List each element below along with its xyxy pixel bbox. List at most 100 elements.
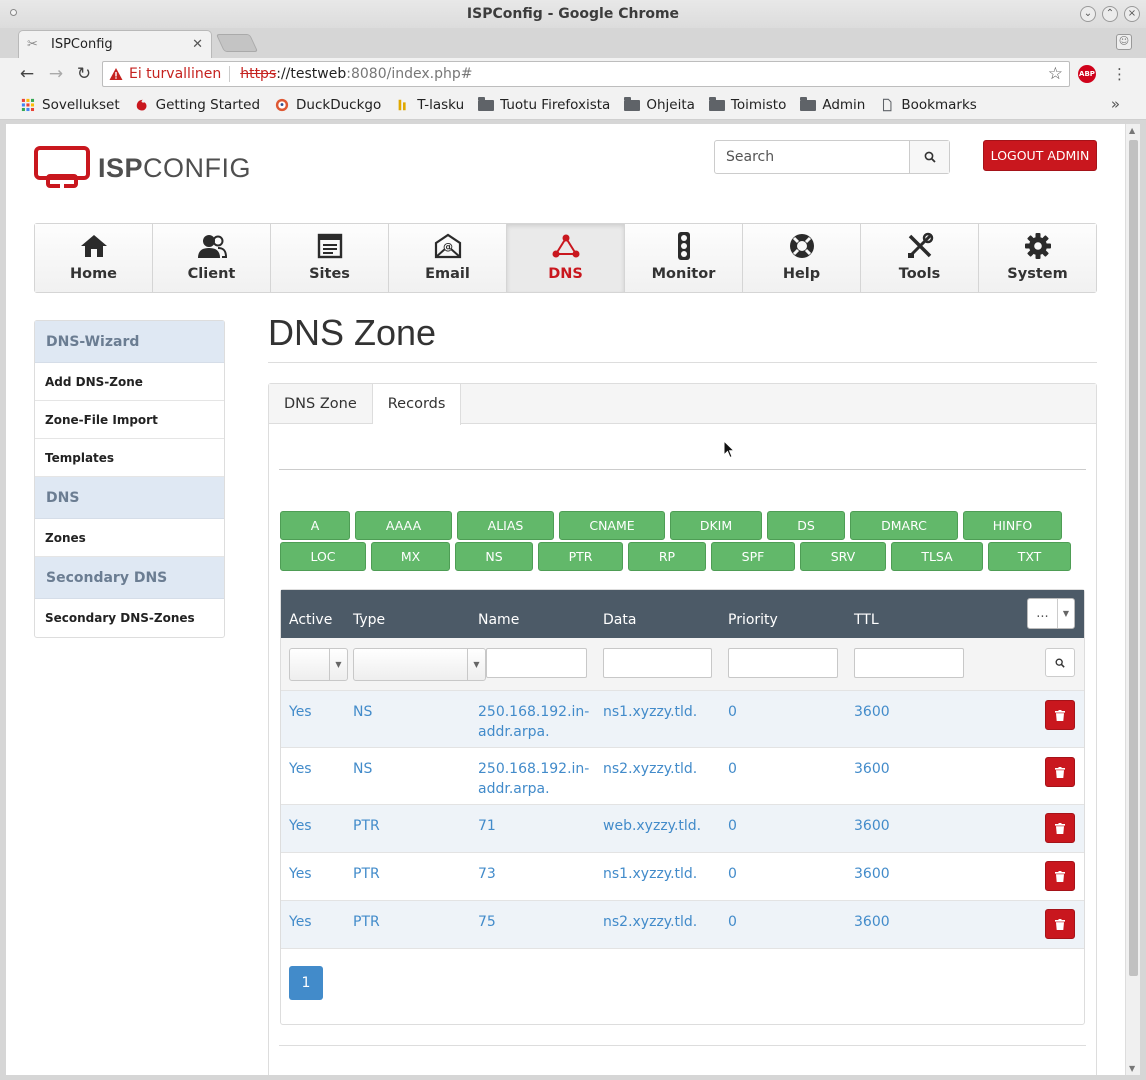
cell-type[interactable]: PTR [353,864,380,884]
ttl-filter-input[interactable] [854,648,964,678]
forward-arrow-icon[interactable]: → [46,64,66,84]
table-row[interactable]: Yes PTR 71 web.xyzzy.tld. 0 3600 [281,805,1084,853]
add-record-spf-button[interactable]: SPF [711,542,795,571]
tab-dns-zone[interactable]: DNS Zone [269,384,373,423]
filter-search-button[interactable] [1045,648,1075,677]
bookmark-toimisto[interactable]: Toimisto [708,97,786,113]
cell-priority[interactable]: 0 [728,816,737,836]
cell-active[interactable]: Yes [289,912,312,932]
nav-client[interactable]: Client [153,224,271,292]
more-bookmarks-chevron-icon[interactable]: » [1111,95,1120,113]
cell-type[interactable]: PTR [353,912,380,932]
priority-filter-input[interactable] [728,648,838,678]
nav-help[interactable]: Help [743,224,861,292]
table-row[interactable]: Yes NS 250.168.192.in-addr.arpa. ns1.xyz… [281,691,1084,748]
cell-name[interactable]: 75 [478,912,496,932]
scroll-up-arrow-icon[interactable]: ▲ [1129,126,1135,135]
sidebar-item-secondary-dns-zones[interactable]: Secondary DNS-Zones [35,599,224,637]
bookmark-tuotu-firefoxista[interactable]: Tuotu Firefoxista [478,97,610,113]
cell-data[interactable]: ns1.xyzzy.tld. [603,702,697,722]
sidebar-item-templates[interactable]: Templates [35,439,224,477]
bookmark-ohjeita[interactable]: Ohjeita [624,97,695,113]
nav-dns[interactable]: DNS [507,224,625,292]
cell-ttl[interactable]: 3600 [854,912,890,932]
cell-priority[interactable]: 0 [728,864,737,884]
cell-data[interactable]: ns2.xyzzy.tld. [603,912,697,932]
nav-monitor[interactable]: Monitor [625,224,743,292]
cell-name[interactable]: 250.168.192.in-addr.arpa. [478,702,590,742]
delete-record-button[interactable] [1045,909,1075,939]
cell-data[interactable]: web.xyzzy.tld. [603,816,701,836]
add-record-ns-button[interactable]: NS [455,542,533,571]
profile-icon[interactable]: ☺ [1116,34,1132,50]
add-record-loc-button[interactable]: LOC [280,542,366,571]
browser-menu-icon[interactable]: ⋮ [1112,63,1127,85]
cell-type[interactable]: PTR [353,816,380,836]
add-record-dmarc-button[interactable]: DMARC [850,511,958,540]
cell-ttl[interactable]: 3600 [854,702,890,722]
active-filter-select[interactable]: ▼ [289,648,348,681]
delete-record-button[interactable] [1045,861,1075,891]
add-record-cname-button[interactable]: CNAME [559,511,665,540]
bookmark-t-lasku[interactable]: T-lasku [395,97,464,113]
minimize-button[interactable]: ⌄ [1080,6,1096,22]
nav-sites[interactable]: Sites [271,224,389,292]
table-row[interactable]: Yes PTR 73 ns1.xyzzy.tld. 0 3600 [281,853,1084,901]
search-input[interactable] [715,141,909,173]
table-row[interactable]: Yes NS 250.168.192.in-addr.arpa. ns2.xyz… [281,748,1084,805]
cell-ttl[interactable]: 3600 [854,759,890,779]
add-record-srv-button[interactable]: SRV [800,542,886,571]
cell-name[interactable]: 250.168.192.in-addr.arpa. [478,759,590,799]
add-record-a-button[interactable]: A [280,511,350,540]
add-record-aaaa-button[interactable]: AAAA [355,511,452,540]
cell-data[interactable]: ns2.xyzzy.tld. [603,759,697,779]
cell-active[interactable]: Yes [289,816,312,836]
add-record-rp-button[interactable]: RP [628,542,706,571]
adblock-plus-icon[interactable]: ABP [1078,65,1096,83]
cell-name[interactable]: 71 [478,816,496,836]
tab-records[interactable]: Records [372,384,462,425]
bookmark-star-icon[interactable]: ☆ [1048,64,1063,84]
tab-close-icon[interactable]: ✕ [192,37,203,52]
cell-type[interactable]: NS [353,759,372,779]
cell-active[interactable]: Yes [289,759,312,779]
scroll-down-arrow-icon[interactable]: ▼ [1129,1064,1135,1073]
cell-active[interactable]: Yes [289,702,312,722]
cell-ttl[interactable]: 3600 [854,816,890,836]
cell-data[interactable]: ns1.xyzzy.tld. [603,864,697,884]
ispconfig-logo[interactable]: ISP CONFIG [34,146,251,190]
browser-tab[interactable]: ✂ ISPConfig ✕ [18,30,212,58]
new-tab-button[interactable] [215,34,259,52]
delete-record-button[interactable] [1045,813,1075,843]
scrollbar-thumb[interactable] [1129,140,1138,976]
table-row[interactable]: Yes PTR 75 ns2.xyzzy.tld. 0 3600 [281,901,1084,949]
bookmark-duckduckgo[interactable]: DuckDuckgo [274,97,381,113]
add-record-alias-button[interactable]: ALIAS [457,511,554,540]
pagination-page-1[interactable]: 1 [289,966,323,1000]
cell-type[interactable]: NS [353,702,372,722]
logout-button[interactable]: LOGOUT ADMIN [983,140,1097,171]
reload-icon[interactable]: ↻ [74,64,94,84]
cell-priority[interactable]: 0 [728,912,737,932]
cell-name[interactable]: 73 [478,864,496,884]
cell-priority[interactable]: 0 [728,759,737,779]
close-window-button[interactable]: × [1124,6,1140,22]
sidebar-item-add-dns-zone[interactable]: Add DNS-Zone [35,363,224,401]
nav-system[interactable]: System [979,224,1096,292]
add-record-ptr-button[interactable]: PTR [538,542,623,571]
back-arrow-icon[interactable]: ← [17,64,37,84]
add-record-txt-button[interactable]: TXT [988,542,1071,571]
add-record-hinfo-button[interactable]: HINFO [963,511,1062,540]
cell-ttl[interactable]: 3600 [854,864,890,884]
nav-email[interactable]: @ Email [389,224,507,292]
bookmark-sovellukset[interactable]: Sovellukset [20,97,120,113]
cell-priority[interactable]: 0 [728,702,737,722]
bookmark-getting-started[interactable]: Getting Started [134,97,260,113]
cell-active[interactable]: Yes [289,864,312,884]
column-options-button[interactable]: ... ▼ [1027,598,1075,629]
delete-record-button[interactable] [1045,700,1075,730]
type-filter-select[interactable]: ▼ [353,648,486,681]
add-record-tlsa-button[interactable]: TLSA [891,542,983,571]
sidebar-item-zone-file-import[interactable]: Zone-File Import [35,401,224,439]
window-menu-dot[interactable] [10,9,17,16]
